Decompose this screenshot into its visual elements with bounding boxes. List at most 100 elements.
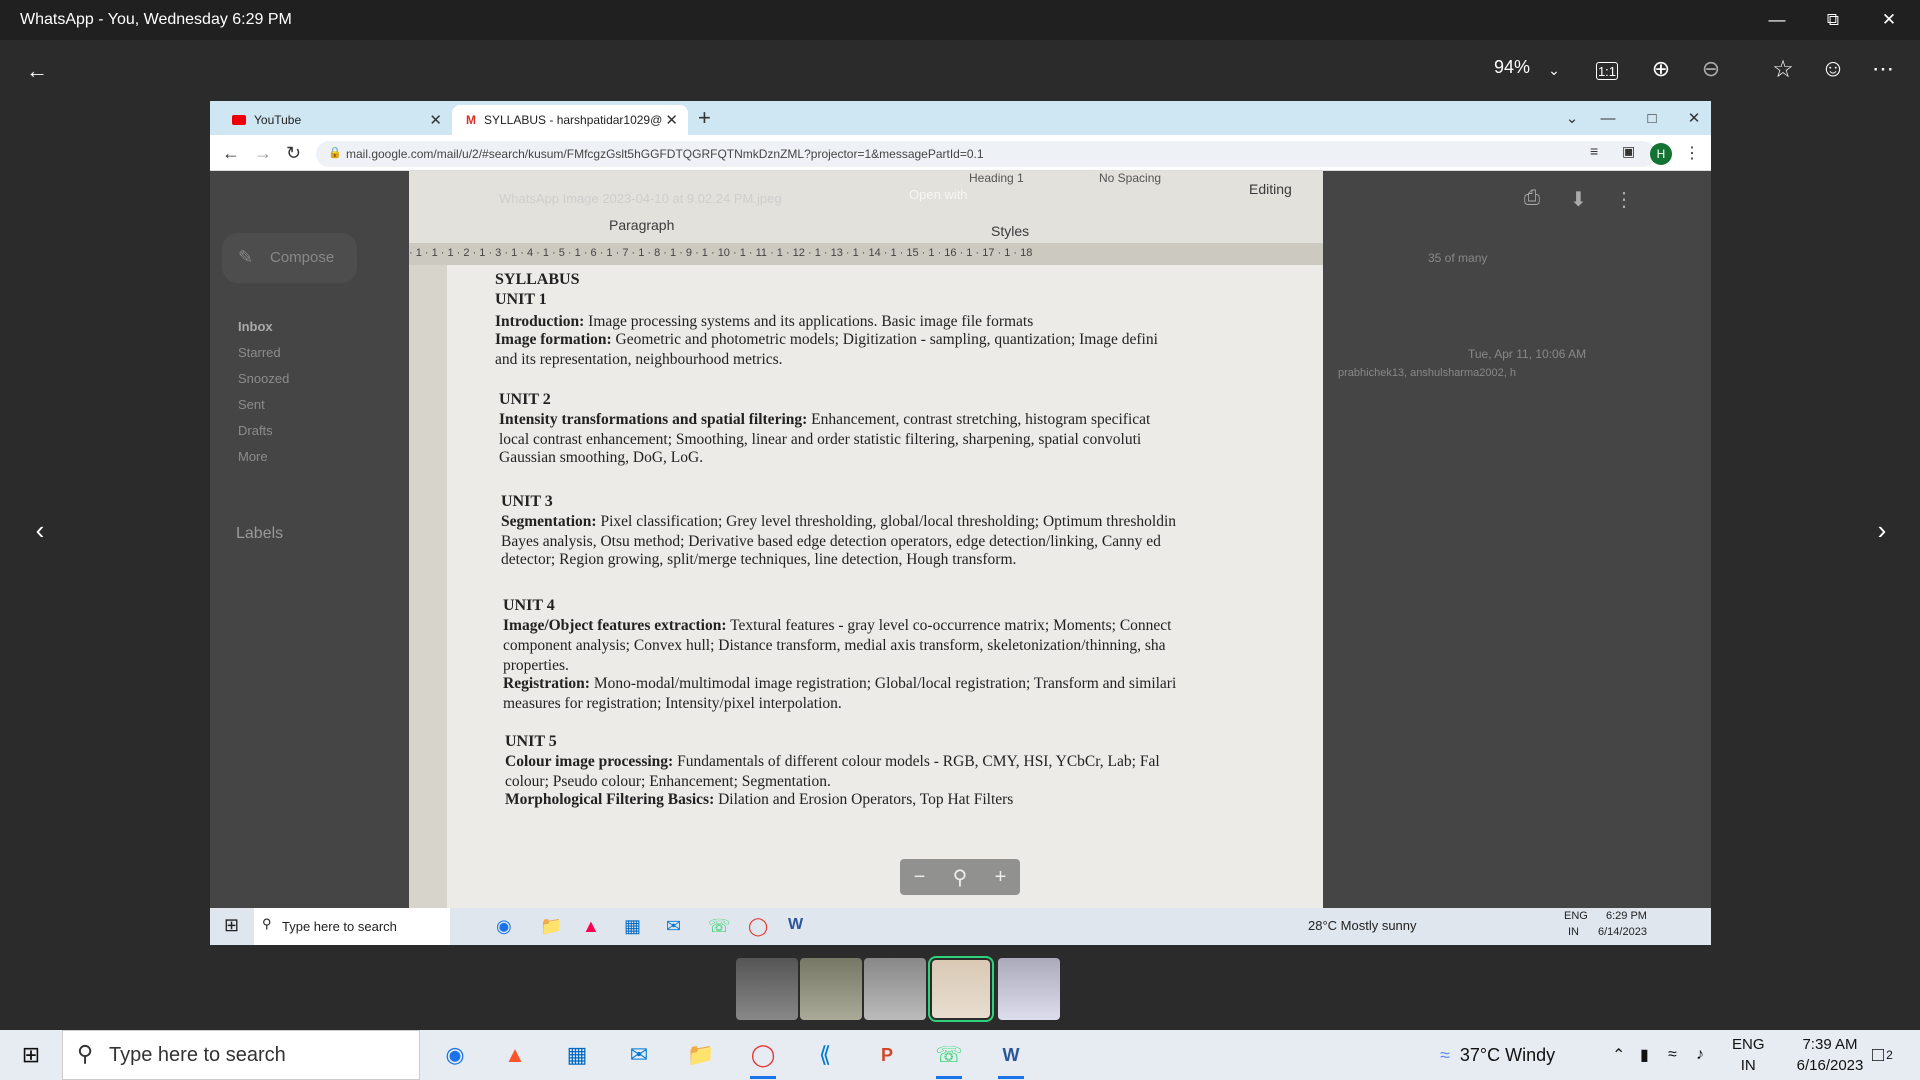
forward-icon[interactable]: →	[254, 143, 272, 164]
doc-bold: Segmentation:	[501, 513, 597, 530]
inner-date: 6/14/2023	[1598, 926, 1647, 938]
actual-size-icon[interactable]: 1:1	[1596, 62, 1618, 80]
clock-date: 6/16/2023	[1796, 1057, 1864, 1074]
doc-line: measures for registration; Intensity/pix…	[503, 695, 842, 712]
store-icon[interactable]: ▦	[558, 1036, 596, 1074]
doc-bold: Image/Object features extraction:	[503, 617, 727, 634]
sidepanel-icon[interactable]: ▣	[1622, 143, 1635, 160]
whatsapp-icon[interactable]: ☏	[930, 1036, 968, 1079]
tab-label: SYLLABUS - harshpatidar1029@	[484, 113, 663, 127]
sidebar-item-sent[interactable]: Sent	[238, 397, 265, 412]
thumbnail[interactable]	[864, 958, 926, 1020]
chrome-icon[interactable]: ◯	[748, 916, 768, 937]
back-icon[interactable]: ←	[222, 143, 240, 164]
kebab-menu-icon[interactable]: ⋮	[1614, 187, 1634, 212]
thumbnail[interactable]	[998, 958, 1060, 1020]
previous-image-button[interactable]: ‹	[20, 510, 60, 550]
show-hidden-icons[interactable]: ⌃	[1612, 1030, 1625, 1080]
mail-icon[interactable]: ✉	[620, 1036, 658, 1074]
taskbar-search-box[interactable]: ⚲ Type here to search	[62, 1030, 420, 1080]
brave-icon[interactable]: ▲	[496, 1036, 534, 1074]
back-arrow-icon[interactable]: ←	[22, 56, 52, 86]
folder-icon[interactable]: 📁	[540, 916, 562, 937]
thumbnail[interactable]	[736, 958, 798, 1020]
restore-button[interactable]: ⧉	[1810, 0, 1856, 40]
star-icon[interactable]: ☆	[1768, 54, 1798, 84]
inner-time[interactable]: 6:29 PM	[1606, 910, 1647, 922]
battery-icon[interactable]: ▮	[1640, 1030, 1649, 1080]
sidebar-item-inbox[interactable]: Inbox	[238, 319, 273, 334]
kebab-menu-icon[interactable]: ⋮	[1684, 143, 1700, 163]
chevron-down-icon[interactable]: ⌄	[1542, 58, 1566, 82]
zoom-out-icon[interactable]: −	[914, 866, 926, 889]
folder-icon[interactable]: 📁	[682, 1036, 720, 1074]
mail-icon[interactable]: ✉	[666, 916, 681, 937]
powerpoint-icon[interactable]: P	[868, 1036, 906, 1074]
volume-icon[interactable]: ♪	[1696, 1030, 1704, 1080]
reading-list-icon[interactable]: ≡	[1590, 143, 1598, 159]
recipients: prabhichek13, anshulsharma2002, h	[1338, 367, 1516, 379]
more-options-icon[interactable]: ⋯	[1868, 54, 1898, 84]
chrome-icon[interactable]: ◯	[744, 1036, 782, 1079]
minimize-icon[interactable]: —	[1590, 101, 1626, 135]
sidebar-item-drafts[interactable]: Drafts	[238, 423, 273, 438]
maximize-icon[interactable]: □	[1634, 101, 1670, 135]
weather-widget[interactable]: ≈ 37°C Windy	[1440, 1030, 1555, 1080]
taskbar-clock[interactable]: 7:39 AM 6/16/2023	[1775, 1034, 1885, 1076]
close-tab-icon[interactable]: ✕	[429, 111, 442, 129]
sidebar-item-starred[interactable]: Starred	[238, 345, 281, 360]
profile-avatar[interactable]: H	[1650, 143, 1672, 165]
nospacing-style: No Spacing	[1099, 171, 1162, 185]
download-icon[interactable]: ⬇	[1570, 187, 1587, 212]
windows-start-icon[interactable]: ⊞	[224, 915, 239, 936]
url-field[interactable]: 🔒 mail.google.com/mail/u/2/#search/kusum…	[316, 141, 1656, 167]
language-indicator[interactable]: ENG IN	[1732, 1034, 1765, 1076]
close-button[interactable]: ✕	[1866, 0, 1912, 40]
sidebar-item-more[interactable]: More	[238, 449, 268, 464]
doc-text: Image processing systems and its applica…	[584, 313, 1034, 330]
zoom-in-icon[interactable]: +	[995, 866, 1007, 889]
thumbnail-selected[interactable]	[928, 956, 994, 1022]
edge-icon[interactable]: ◉	[436, 1036, 474, 1074]
minimize-button[interactable]: —	[1754, 0, 1800, 40]
tab-gmail[interactable]: M SYLLABUS - harshpatidar1029@ ✕	[452, 105, 688, 135]
open-with-button[interactable]: Open with	[909, 187, 968, 202]
inner-search-box[interactable]: ⚲ Type here to search	[254, 908, 450, 945]
wifi-icon[interactable]: ≈	[1668, 1030, 1677, 1080]
tab-youtube[interactable]: YouTube ✕	[218, 105, 452, 135]
vscode-icon[interactable]: ⟪	[806, 1036, 844, 1074]
zoom-out-icon[interactable]: ⊖	[1696, 54, 1726, 84]
inner-lang[interactable]: ENG	[1564, 910, 1588, 922]
youtube-icon	[232, 115, 246, 125]
gmail-sidebar: ✎ Compose Inbox Starred Snoozed Sent Dra…	[210, 171, 410, 908]
new-tab-icon[interactable]: +	[698, 105, 711, 131]
close-tab-icon[interactable]: ✕	[665, 111, 678, 129]
word-ribbon: Paragraph Styles Editing Heading 1 No Sp…	[409, 171, 1323, 243]
word-icon[interactable]: W	[992, 1036, 1030, 1079]
brave-icon[interactable]: ▲	[582, 916, 600, 937]
taskbar-search-text: Type here to search	[109, 1044, 286, 1066]
zoom-level[interactable]: 94%	[1494, 57, 1530, 78]
whatsapp-icon[interactable]: ☏	[708, 916, 731, 937]
store-icon[interactable]: ▦	[624, 916, 641, 937]
photo-viewer: WhatsApp - You, Wednesday 6:29 PM — ⧉ ✕ …	[0, 0, 1920, 1030]
windows-start-icon[interactable]: ⊞	[12, 1036, 50, 1074]
print-icon[interactable]: ⎙	[1524, 187, 1540, 210]
emoji-icon[interactable]: ☺	[1818, 54, 1848, 84]
inner-weather[interactable]: 28°C Mostly sunny	[1308, 918, 1417, 933]
reload-icon[interactable]: ↻	[286, 143, 301, 164]
doc-line: Image/Object features extraction: Textur…	[503, 615, 1323, 636]
thumbnail[interactable]	[800, 958, 862, 1020]
zoom-in-icon[interactable]: ⊕	[1646, 54, 1676, 84]
sidebar-item-snoozed[interactable]: Snoozed	[238, 371, 289, 386]
search-icon[interactable]: ⚲	[953, 865, 968, 890]
edge-icon[interactable]: ◉	[496, 916, 512, 937]
next-image-button[interactable]: ›	[1862, 510, 1902, 550]
word-icon[interactable]: W	[788, 916, 803, 934]
doc-bold: Morphological Filtering Basics:	[505, 791, 715, 808]
compose-button[interactable]: ✎ Compose	[222, 233, 357, 283]
notification-icon[interactable]: □ 2	[1872, 1030, 1893, 1080]
close-icon[interactable]: ✕	[1676, 101, 1711, 135]
lang-code: ENG	[1732, 1036, 1765, 1053]
chevron-down-icon[interactable]: ⌄	[1554, 101, 1590, 135]
